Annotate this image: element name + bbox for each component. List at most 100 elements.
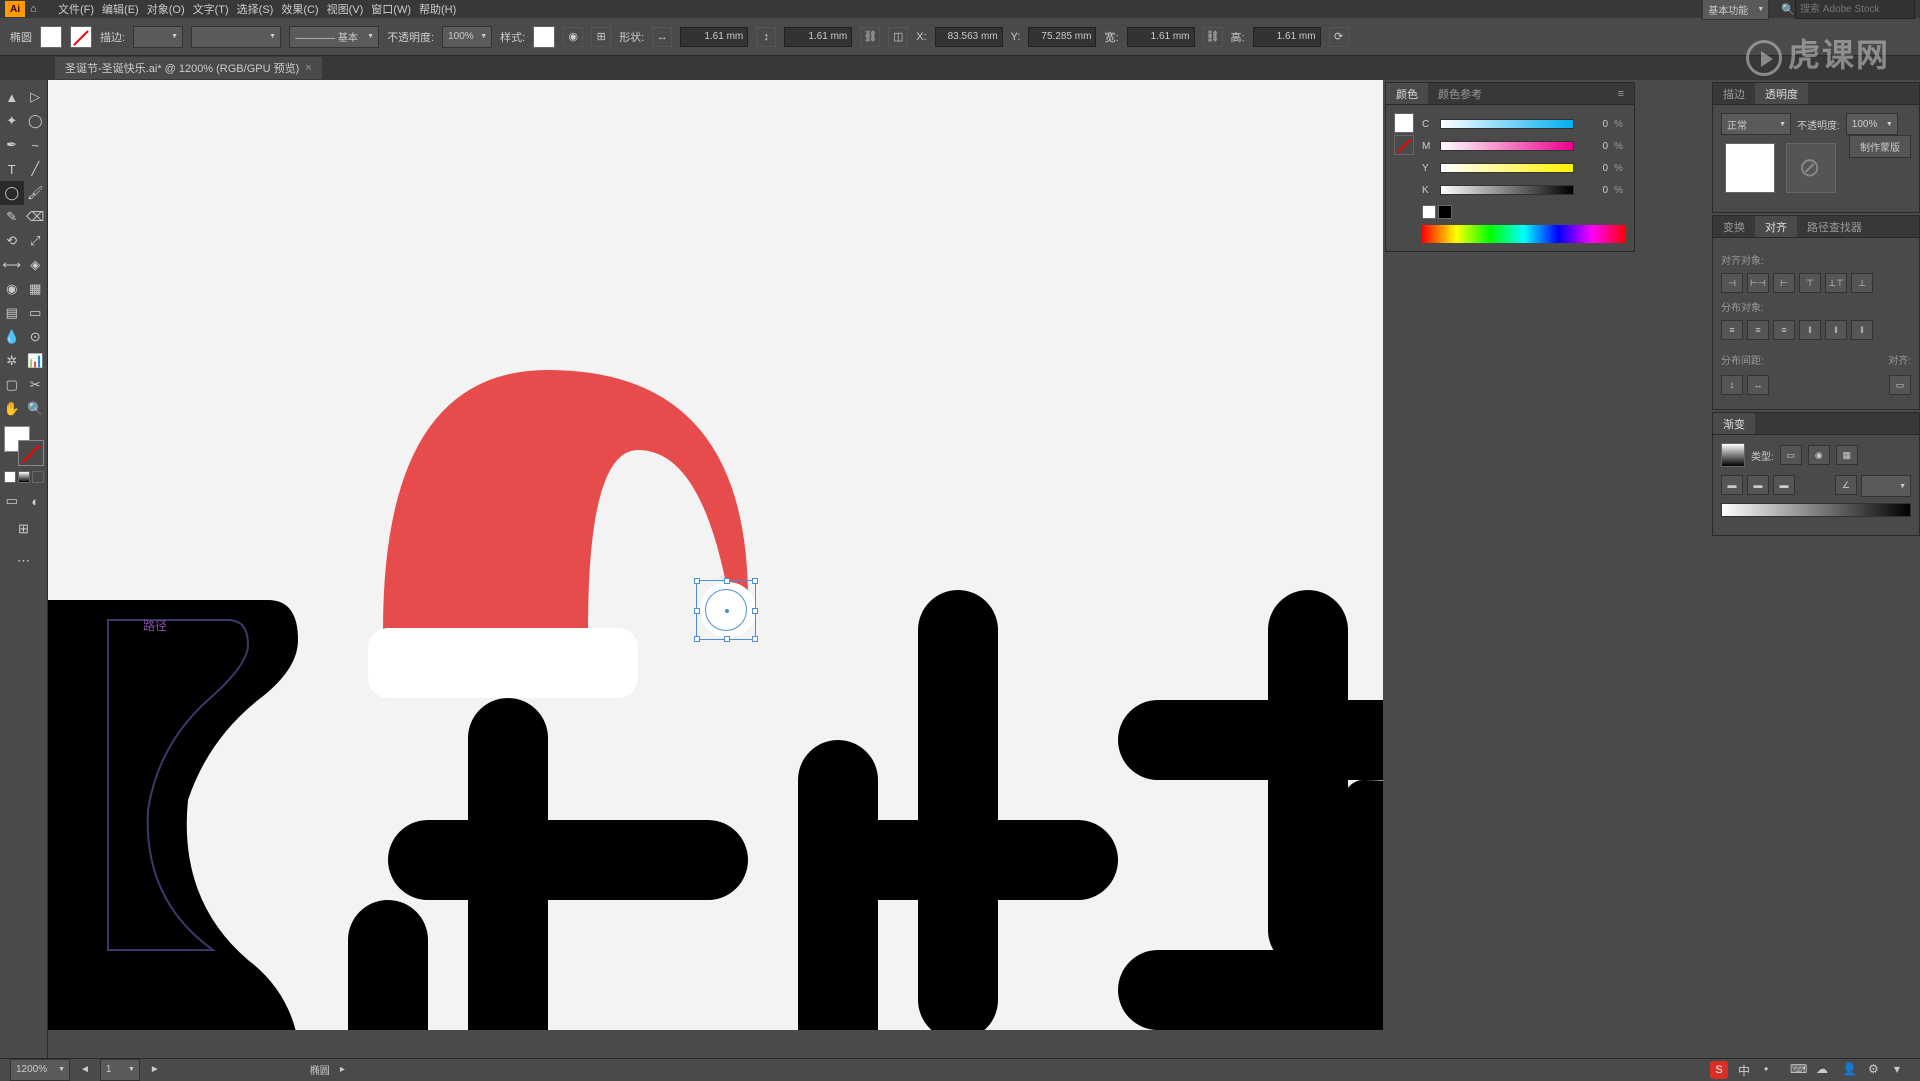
link-icon[interactable]: ⛓ — [1203, 27, 1223, 47]
grad-stroke1-button[interactable]: ▬ — [1721, 475, 1743, 495]
magic-wand-tool[interactable]: ✦ — [0, 109, 24, 133]
fill-stroke-indicator[interactable] — [4, 426, 44, 466]
dist-hcenter-button[interactable]: ‖ — [1825, 320, 1847, 340]
dist-top-button[interactable]: ≡ — [1721, 320, 1743, 340]
w-input[interactable] — [1127, 27, 1195, 47]
grad-stroke3-button[interactable]: ▬ — [1773, 475, 1795, 495]
y-slider[interactable] — [1440, 163, 1574, 173]
ime-lang-icon[interactable]: 中 — [1738, 1062, 1754, 1078]
grad-stroke2-button[interactable]: ▬ — [1747, 475, 1769, 495]
stock-search[interactable] — [1795, 0, 1915, 19]
status-arrow-icon[interactable]: ▸ — [340, 1064, 345, 1075]
gradient-bar[interactable] — [1721, 503, 1911, 517]
tray-user-icon[interactable]: 👤 — [1842, 1062, 1858, 1078]
menu-file[interactable]: 文件(F) — [58, 1, 94, 17]
opacity-dropdown[interactable]: 100% — [442, 26, 492, 48]
recolor-icon[interactable]: ◉ — [563, 27, 583, 47]
selection-tool[interactable]: ▲ — [0, 85, 24, 109]
ime-punct-icon[interactable]: • — [1764, 1062, 1780, 1078]
tray-cloud-icon[interactable]: ☁ — [1816, 1062, 1832, 1078]
transform-icon[interactable]: ⟳ — [1329, 27, 1349, 47]
panel-menu-icon[interactable]: ≡ — [1608, 83, 1634, 104]
spectrum-bar[interactable] — [1422, 225, 1626, 243]
ime-kbd-icon[interactable]: ⌨ — [1790, 1062, 1806, 1078]
symbol-sprayer-tool[interactable]: ✲ — [0, 349, 24, 373]
fill-preview[interactable] — [1394, 113, 1414, 133]
k-slider[interactable] — [1440, 185, 1574, 195]
align-icon[interactable]: ⊞ — [591, 27, 611, 47]
make-mask-button[interactable]: 制作蒙版 — [1849, 135, 1911, 158]
mask-thumb[interactable] — [1786, 143, 1836, 193]
tab-transform[interactable]: 变换 — [1713, 216, 1755, 237]
color-mode-icon[interactable] — [4, 471, 16, 483]
menu-type[interactable]: 文字(T) — [193, 1, 229, 17]
line-tool[interactable]: ╱ — [24, 157, 48, 181]
artboard[interactable]: 路径 — [48, 80, 1383, 1030]
y-input[interactable] — [1028, 27, 1096, 47]
c-slider[interactable] — [1440, 119, 1574, 129]
tab-color[interactable]: 颜色 — [1386, 83, 1428, 104]
align-left-button[interactable]: ⊣ — [1721, 273, 1743, 293]
dist-left-button[interactable]: ‖ — [1799, 320, 1821, 340]
edit-toolbar-icon[interactable]: ⊞ — [12, 517, 36, 541]
menu-effect[interactable]: 效果(C) — [281, 1, 318, 17]
artboard-number[interactable]: 1 — [100, 1059, 140, 1081]
slice-tool[interactable]: ✂ — [24, 373, 48, 397]
white-swatch[interactable] — [1422, 205, 1436, 219]
menu-help[interactable]: 帮助(H) — [419, 1, 456, 17]
stroke-weight[interactable] — [133, 26, 183, 48]
ellipse-tool[interactable]: ◯ — [0, 181, 24, 205]
home-icon[interactable]: ⌂ — [30, 3, 50, 15]
eraser-tool[interactable]: ⌫ — [24, 205, 48, 229]
opacity-input[interactable]: 100% — [1846, 113, 1898, 135]
dist-hspace-button[interactable]: ↔ — [1747, 375, 1769, 395]
dist-bottom-button[interactable]: ≡ — [1773, 320, 1795, 340]
black-swatch[interactable] — [1438, 205, 1452, 219]
rotate-tool[interactable]: ⟲ — [0, 229, 24, 253]
menu-window[interactable]: 窗口(W) — [371, 1, 411, 17]
gradient-tool[interactable]: ▭ — [24, 301, 48, 325]
more-icon[interactable]: ⋯ — [12, 549, 36, 573]
dist-vspace-button[interactable]: ↕ — [1721, 375, 1743, 395]
align-to-button[interactable]: ▭ — [1889, 375, 1911, 395]
align-right-button[interactable]: ⊢ — [1773, 273, 1795, 293]
tray-settings-icon[interactable]: ⚙ — [1868, 1062, 1884, 1078]
canvas-area[interactable]: 路径 — [48, 80, 1920, 1080]
brush-tool[interactable]: 🖌 — [24, 181, 48, 205]
dist-vcenter-button[interactable]: ≡ — [1747, 320, 1769, 340]
menu-view[interactable]: 视图(V) — [327, 1, 364, 17]
align-bottom-button[interactable]: ⊥ — [1851, 273, 1873, 293]
none-mode-icon[interactable] — [32, 471, 44, 483]
artboard-tool[interactable]: ▢ — [0, 373, 24, 397]
grad-angle-button[interactable]: ∠ — [1835, 475, 1857, 495]
search-icon[interactable]: 🔍 — [1781, 3, 1795, 16]
stroke-profile[interactable] — [191, 26, 281, 48]
zoom-dropdown[interactable]: 1200% — [10, 1059, 70, 1081]
screen-mode-icon[interactable]: ▭ — [0, 489, 24, 513]
freeform-gradient-button[interactable]: ▦ — [1836, 445, 1858, 465]
tab-transparency[interactable]: 透明度 — [1755, 83, 1808, 104]
scale-tool[interactable]: ⤢ — [24, 229, 48, 253]
hand-tool[interactable]: ✋ — [0, 397, 24, 421]
menu-edit[interactable]: 编辑(E) — [102, 1, 139, 17]
corners-icon[interactable]: ◫ — [888, 27, 908, 47]
shape-h-input[interactable] — [784, 27, 852, 47]
ime-badge[interactable]: S — [1710, 1061, 1728, 1079]
selection-bbox[interactable] — [696, 580, 756, 640]
shaper-tool[interactable]: ✎ — [0, 205, 24, 229]
fill-swatch[interactable] — [40, 26, 62, 48]
free-transform-tool[interactable]: ◈ — [24, 253, 48, 277]
stroke-swatch[interactable] — [70, 26, 92, 48]
tray-more-icon[interactable]: ▾ — [1894, 1062, 1910, 1078]
m-slider[interactable] — [1440, 141, 1574, 151]
menu-select[interactable]: 选择(S) — [237, 1, 274, 17]
align-hcenter-button[interactable]: ⊢⊣ — [1747, 273, 1769, 293]
tab-gradient[interactable]: 渐变 — [1713, 413, 1755, 434]
artboard-nav-next-icon[interactable]: ► — [150, 1064, 160, 1075]
blend-mode-dropdown[interactable]: 正常 — [1721, 113, 1791, 135]
tab-pathfinder[interactable]: 路径查找器 — [1797, 216, 1872, 237]
graph-tool[interactable]: 📊 — [24, 349, 48, 373]
direct-selection-tool[interactable]: ▷ — [24, 85, 48, 109]
mesh-tool[interactable]: ▤ — [0, 301, 24, 325]
object-thumb[interactable] — [1725, 143, 1775, 193]
